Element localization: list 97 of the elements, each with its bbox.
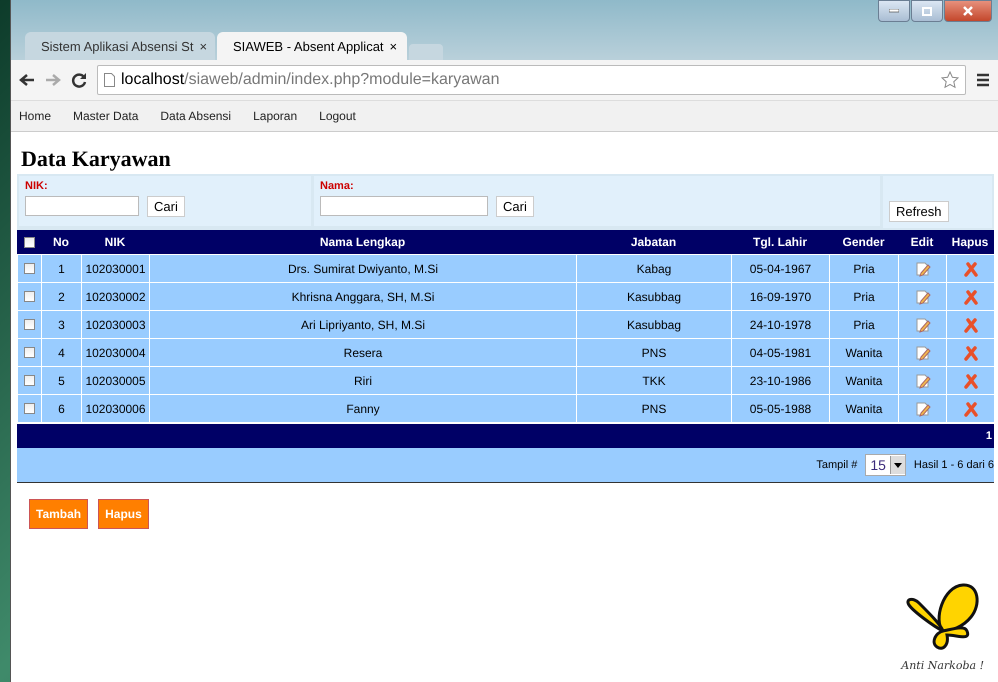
table-cell: Resera [344,346,382,360]
close-icon [963,6,973,16]
checkbox[interactable] [24,236,34,248]
browser-tab[interactable]: SIAWEB - Absent Applicat × [217,32,407,60]
search-button[interactable]: Cari [496,196,534,217]
edit-icon[interactable] [914,260,930,276]
table-cell: Pria [853,262,875,276]
result-count: Hasil 1 - 6 dari 6 [914,459,994,471]
column-header: Tgl. Lahir [752,235,808,249]
menu-link[interactable]: Laporan [253,109,298,123]
page-size-select[interactable]: 15 [865,454,906,476]
search-field[interactable] [25,196,139,216]
table-cell: Kasubbag [626,290,682,304]
checkbox[interactable] [24,263,35,274]
table-cell: 04-05-1981 [750,346,812,360]
edit-icon[interactable] [914,344,930,360]
table-cell: 102030005 [85,374,146,388]
edit-icon[interactable] [914,400,930,416]
table-cell: Drs. Sumirat Dwiyanto, M.Si [288,262,438,276]
table-cell: 1 [58,262,65,276]
table-cell: PNS [642,402,666,416]
table-cell: Wanita [846,374,882,388]
browser-tab[interactable]: Sistem Aplikasi Absensi St × [25,32,215,60]
table-cell: Wanita [846,346,882,360]
reload-icon[interactable] [71,72,87,88]
checkbox[interactable] [24,375,35,386]
table-cell: 102030001 [85,262,146,276]
table-cell: Pria [853,290,875,304]
table-cell: Wanita [846,402,882,416]
table-cell: 05-04-1967 [750,262,812,276]
menu-link[interactable]: Logout [319,109,356,123]
checkbox[interactable] [24,291,35,302]
column-header: Nama Lengkap [318,235,406,249]
table-cell: Riri [354,374,372,388]
dropdown-arrow-icon [894,462,902,468]
menu-link[interactable]: Home [19,109,52,123]
field-label: Nama: [320,180,355,192]
table-cell: 102030006 [85,402,146,416]
menu-link[interactable]: Data Absensi [160,109,232,123]
edit-icon[interactable] [914,316,930,332]
search-field[interactable] [320,196,488,216]
delete-icon[interactable] [964,288,978,304]
table-cell: 5 [58,374,65,388]
table-cell: Pria [853,318,875,332]
table-cell: Kabag [636,262,672,276]
maximize-icon [922,6,932,16]
column-header: Edit [910,235,934,249]
table-cell: 3 [58,318,65,332]
field-label: NIK: [25,180,49,192]
table-cell: 2 [58,290,65,304]
minimize-icon [889,9,899,13]
table-cell: TKK [642,374,666,388]
maximize-button[interactable] [911,0,943,22]
table-cell: Fanny [346,402,380,416]
minimize-button[interactable] [878,0,910,22]
checkbox[interactable] [24,403,35,414]
delete-icon[interactable] [964,260,978,276]
back-icon[interactable] [19,73,35,87]
table-cell: 16-09-1970 [750,290,812,304]
menu-link[interactable]: Master Data [73,109,138,123]
column-header: No [52,235,70,249]
page-icon [104,73,115,87]
table-cell: Kasubbag [626,318,682,332]
search-button[interactable]: Cari [147,196,185,217]
refresh-button[interactable]: Refresh [889,201,949,222]
table-cell: Ari Lipriyanto, SH, M.Si [300,318,426,332]
delete-icon[interactable] [964,344,978,360]
table-cell: 4 [58,346,65,360]
table-cell: 102030003 [85,318,146,332]
table-cell: PNS [642,346,666,360]
edit-icon[interactable] [914,372,930,388]
table-cell: 102030002 [85,290,146,304]
column-header: Jabatan [630,235,678,249]
table-cell: 102030004 [85,346,146,360]
table-cell: 23-10-1986 [750,374,812,388]
column-header: Gender [841,235,886,249]
table-cell: 24-10-1978 [750,318,812,332]
delete-icon[interactable] [964,372,978,388]
page-size-label: Tampil # [816,459,858,471]
address-bar[interactable]: localhost/siaweb/admin/index.php?module=karyawan [97,65,966,95]
page-title: Data Karyawan [21,146,172,172]
edit-icon[interactable] [914,288,930,304]
checkbox[interactable] [24,319,35,330]
logo-caption: Anti Narkoba ! [901,659,984,672]
forward-icon[interactable] [45,73,61,87]
table-cell: 05-05-1988 [750,402,812,416]
checkbox[interactable] [24,347,35,358]
delete-icon[interactable] [964,316,978,332]
close-button[interactable] [944,0,992,22]
column-header: NIK [104,235,126,249]
column-header: Hapus [950,235,990,249]
delete-icon[interactable] [964,400,978,416]
page-number[interactable]: 1 [986,430,992,442]
table-cell: 6 [58,402,65,416]
star-icon[interactable] [941,71,959,89]
menu-icon[interactable] [976,73,990,87]
table-cell: Khrisna Anggara, SH, M.Si [292,290,434,304]
